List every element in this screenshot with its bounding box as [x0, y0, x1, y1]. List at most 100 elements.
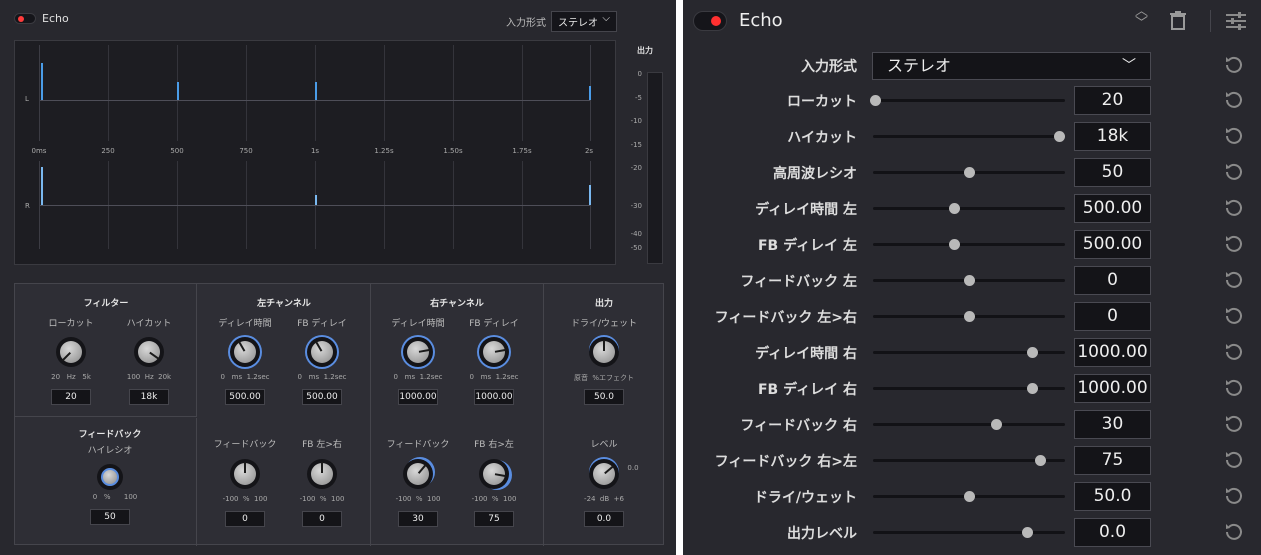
left-fb-cross-value[interactable]: 0	[302, 511, 342, 527]
slider-thumb[interactable]	[1035, 455, 1047, 466]
slider-thumb[interactable]	[1021, 527, 1033, 538]
parameter-slider[interactable]	[873, 311, 1065, 322]
output-level-mark: 0.0	[627, 464, 639, 472]
parameter-slider[interactable]	[873, 383, 1065, 394]
parameter-slider[interactable]	[873, 347, 1065, 358]
left-feedback-knob[interactable]	[230, 459, 260, 489]
knob-label: ローカット	[48, 319, 94, 329]
slider-thumb[interactable]	[869, 95, 881, 106]
parameter-value[interactable]: 0	[1074, 266, 1151, 295]
reset-icon[interactable]	[1224, 414, 1244, 434]
dry-wet-value[interactable]: 50.0	[584, 389, 624, 405]
slider-thumb[interactable]	[948, 239, 960, 250]
slider-thumb[interactable]	[990, 419, 1002, 430]
left-delay-value[interactable]: 500.00	[225, 389, 265, 405]
parameter-label: フィードバック 右	[740, 418, 857, 434]
parameter-value[interactable]: 0.0	[1074, 518, 1151, 547]
power-indicator-icon	[18, 16, 24, 22]
highcut-range: 100 Hz 20k	[126, 373, 172, 381]
right-fb-delay-value[interactable]: 1000.00	[474, 389, 514, 405]
parameter-label: 高周波レシオ	[773, 166, 857, 182]
left-delay-knob[interactable]	[230, 337, 260, 367]
left-channel-section: 左チャンネル ディレイ時間 0 ms 1.2sec 500.00 FB ディレイ…	[197, 284, 371, 546]
slider-thumb[interactable]	[1027, 383, 1039, 394]
reset-icon[interactable]	[1224, 342, 1244, 362]
input-mode-value: ステレオ	[558, 18, 598, 29]
left-fb-cross-knob[interactable]	[307, 459, 337, 489]
delay-tap	[41, 63, 43, 100]
left-feedback-value[interactable]: 0	[225, 511, 265, 527]
parameter-slider[interactable]	[873, 419, 1065, 430]
parameter-slider[interactable]	[873, 131, 1066, 142]
reset-icon[interactable]	[1224, 270, 1244, 290]
output-level-knob[interactable]	[589, 459, 619, 489]
left-fb-delay-knob[interactable]	[307, 337, 337, 367]
parameter-slider[interactable]	[873, 239, 1065, 250]
left-fb-delay-value[interactable]: 500.00	[302, 389, 342, 405]
highcut-value[interactable]: 18k	[129, 389, 169, 405]
input-mode-select[interactable]: ステレオ ⌵	[551, 11, 617, 32]
reset-icon[interactable]	[1224, 198, 1244, 218]
right-delay-value[interactable]: 1000.00	[398, 389, 438, 405]
output-level-value[interactable]: 0.0	[584, 511, 624, 527]
reset-icon[interactable]	[1224, 90, 1244, 110]
trash-icon[interactable]	[1170, 11, 1186, 30]
parameter-value[interactable]: 1000.00	[1074, 338, 1151, 367]
slider-thumb[interactable]	[964, 167, 975, 178]
right-feedback-value[interactable]: 30	[398, 511, 438, 527]
parameter-slider[interactable]	[873, 491, 1065, 502]
power-toggle[interactable]	[693, 11, 727, 31]
lowcut-value[interactable]: 20	[51, 389, 91, 405]
right-fb-cross-value[interactable]: 75	[474, 511, 514, 527]
parameter-slider[interactable]	[873, 527, 1065, 538]
parameter-value[interactable]: 500.00	[1074, 230, 1151, 259]
high-ratio-value[interactable]: 50	[90, 509, 130, 525]
parameter-slider[interactable]	[869, 95, 1065, 106]
slider-thumb[interactable]	[1027, 347, 1039, 358]
parameter-value[interactable]: 75	[1074, 446, 1151, 475]
dry-wet-knob[interactable]	[589, 337, 619, 367]
right-feedback-knob[interactable]	[403, 459, 433, 489]
reset-icon[interactable]	[1224, 378, 1244, 398]
parameter-slider[interactable]	[873, 275, 1065, 286]
parameter-slider[interactable]	[873, 167, 1065, 178]
chevron-updown-icon[interactable]: ︿ ﹀	[1135, 5, 1148, 30]
parameter-row: FB ディレイ 右 1000.00	[683, 371, 1261, 407]
parameter-value[interactable]: 50.0	[1074, 482, 1151, 511]
slider-thumb[interactable]	[964, 491, 975, 502]
reset-icon[interactable]	[1224, 450, 1244, 470]
parameter-slider[interactable]	[873, 455, 1065, 466]
slider-thumb[interactable]	[964, 311, 975, 322]
sliders-icon[interactable]	[1226, 11, 1246, 31]
reset-icon[interactable]	[1224, 234, 1244, 254]
lowcut-knob[interactable]	[56, 337, 86, 367]
reset-icon[interactable]	[1224, 55, 1244, 75]
slider-thumb[interactable]	[964, 275, 975, 286]
reset-icon[interactable]	[1224, 126, 1244, 146]
parameter-value[interactable]: 500.00	[1074, 194, 1151, 223]
parameter-slider[interactable]	[873, 203, 1065, 214]
parameter-value[interactable]: 1000.00	[1074, 374, 1151, 403]
reset-icon[interactable]	[1224, 522, 1244, 542]
time-tick: 0ms	[31, 147, 47, 155]
right-fb-delay-knob[interactable]	[479, 337, 509, 367]
reset-icon[interactable]	[1224, 306, 1244, 326]
slider-thumb[interactable]	[1054, 131, 1066, 142]
reset-icon[interactable]	[1224, 486, 1244, 506]
parameter-label: フィードバック 左	[740, 274, 857, 290]
highcut-knob[interactable]	[134, 337, 164, 367]
chevron-down-icon: ﹀	[1122, 58, 1136, 74]
high-ratio-knob[interactable]	[97, 464, 123, 490]
reset-icon[interactable]	[1224, 162, 1244, 182]
slider-thumb[interactable]	[948, 203, 960, 214]
right-fb-cross-knob[interactable]	[479, 459, 509, 489]
parameter-value[interactable]: 0	[1074, 302, 1151, 331]
parameter-value[interactable]: 50	[1074, 158, 1151, 187]
input-mode-select[interactable]: ステレオ ﹀	[872, 52, 1151, 80]
power-toggle[interactable]	[14, 13, 36, 24]
parameter-label: ドライ/ウェット	[753, 490, 857, 506]
parameter-value[interactable]: 18k	[1074, 122, 1151, 151]
parameter-value[interactable]: 20	[1074, 86, 1151, 115]
right-delay-knob[interactable]	[403, 337, 433, 367]
parameter-value[interactable]: 30	[1074, 410, 1151, 439]
